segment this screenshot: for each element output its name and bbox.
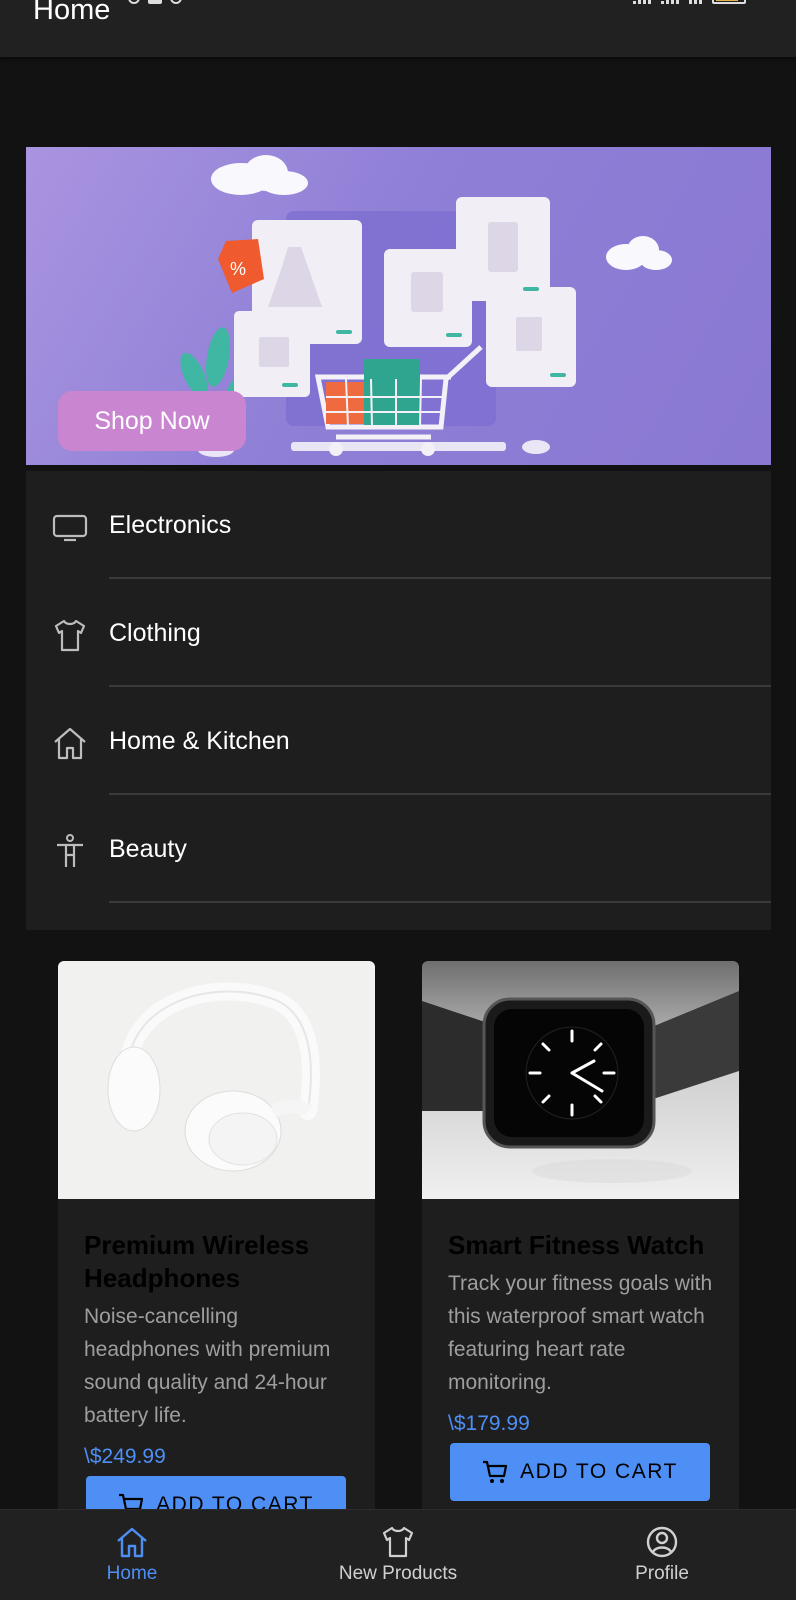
product-description: Noise-cancelling headphones with premium… (84, 1305, 331, 1427)
wifi-icon (689, 0, 702, 4)
nav-label: Home (106, 1563, 158, 1584)
category-item-clothing[interactable]: Clothing (26, 579, 771, 687)
divider (109, 901, 771, 903)
product-price: \$249.99 (84, 1445, 166, 1468)
category-item-beauty[interactable]: Beauty (26, 795, 771, 903)
signal-icon (633, 0, 651, 4)
add-to-cart-button[interactable]: ADD TO CART (450, 1443, 710, 1501)
nav-label: Profile (635, 1563, 689, 1584)
page-title: Home (33, 0, 111, 26)
home-icon (117, 1527, 147, 1558)
product-card[interactable]: Smart Fitness Watch Track your fitness g… (422, 961, 739, 1600)
product-card[interactable]: Premium Wireless Headphones Noise-cancel… (58, 961, 375, 1600)
account-circle-icon (646, 1526, 678, 1558)
status-bar-left (128, 0, 182, 4)
nav-item-profile[interactable]: Profile (602, 1510, 722, 1600)
home-icon (54, 727, 86, 760)
product-description: Track your fitness goals with this water… (448, 1272, 713, 1394)
person-icon (57, 834, 83, 867)
category-label: Beauty (109, 835, 187, 863)
nav-item-home[interactable]: Home (72, 1510, 192, 1600)
status-icon (128, 0, 140, 4)
battery-icon (712, 0, 746, 4)
product-price: \$179.99 (448, 1412, 530, 1435)
nav-item-new-products[interactable]: New Products (318, 1510, 478, 1600)
tv-icon (52, 514, 88, 542)
signal-icon (661, 0, 679, 4)
category-item-home-kitchen[interactable]: Home & Kitchen (26, 687, 771, 795)
status-bar-right (633, 0, 746, 4)
smartwatch-image (422, 961, 739, 1199)
status-icon (148, 0, 162, 4)
category-label: Home & Kitchen (109, 727, 290, 755)
nav-label: New Products (338, 1563, 458, 1584)
headphones-image (58, 961, 375, 1199)
category-list: Electronics Clothing Home & Kitchen Beau… (26, 471, 771, 930)
shirt-icon (382, 1526, 414, 1558)
button-label: ADD TO CART (520, 1460, 678, 1483)
shop-now-button[interactable]: Shop Now (58, 391, 246, 451)
shirt-icon (54, 619, 86, 652)
status-icon (170, 0, 182, 4)
promo-banner: % Shop Now (26, 147, 771, 465)
category-label: Electronics (109, 511, 232, 539)
svg-text:%: % (230, 259, 246, 279)
bottom-navigation: Home New Products Profile (0, 1509, 796, 1600)
category-label: Clothing (109, 619, 201, 647)
category-item-electronics[interactable]: Electronics (26, 471, 771, 579)
product-title: Smart Fitness Watch (448, 1230, 705, 1260)
cart-icon (483, 1460, 508, 1483)
app-bar: Home (0, 0, 796, 57)
product-title: Premium Wireless Headphones (84, 1230, 310, 1293)
